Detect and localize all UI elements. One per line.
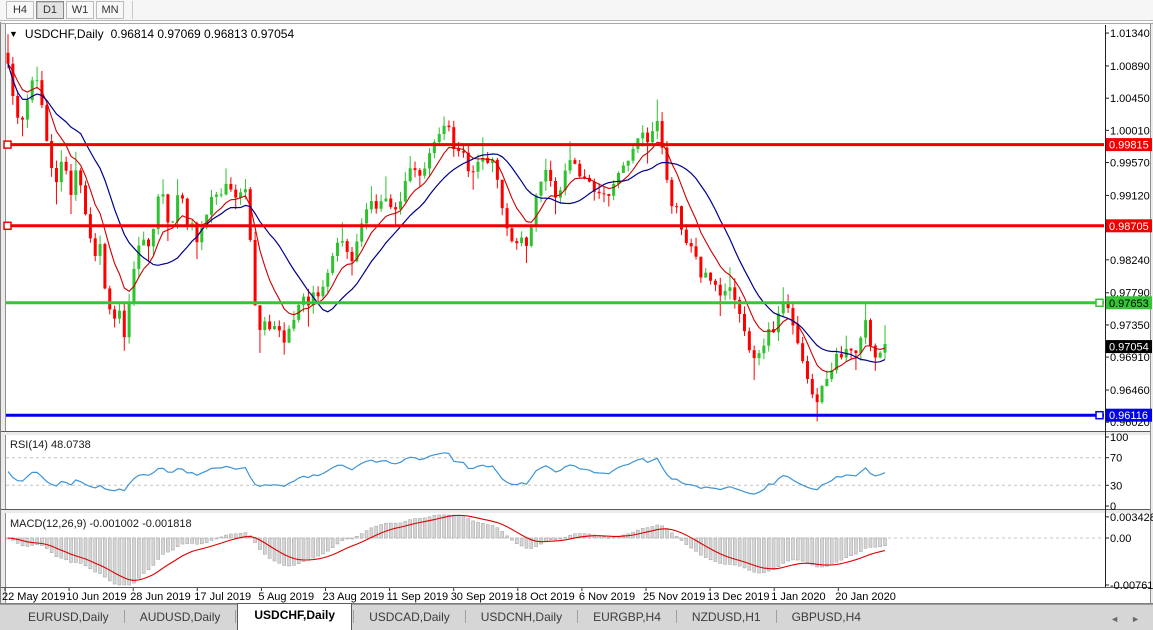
svg-text:17 Jul 2019: 17 Jul 2019 [194, 591, 251, 603]
tab-usdcad[interactable]: USDCAD,Daily [355, 605, 464, 630]
line-handle[interactable] [1096, 299, 1103, 306]
tabs-scroll-arrows: ◄ ► [1107, 613, 1143, 625]
timeframe-button-w1[interactable]: W1 [66, 1, 94, 19]
svg-text:0.99120: 0.99120 [1110, 190, 1150, 202]
svg-text:10 Jun 2019: 10 Jun 2019 [66, 591, 127, 603]
svg-text:30: 30 [1110, 480, 1122, 492]
svg-text:0.96910: 0.96910 [1110, 352, 1150, 364]
tab-usdcnh[interactable]: USDCNH,Daily [467, 605, 576, 630]
svg-text:70: 70 [1110, 453, 1122, 465]
svg-text:6 Nov 2019: 6 Nov 2019 [579, 591, 635, 603]
svg-text:11 Sep 2019: 11 Sep 2019 [387, 591, 449, 603]
symbol-tab-list: EURUSD,DailyAUDUSD,DailyUSDCHF,DailyUSDC… [14, 604, 875, 630]
svg-text:100: 100 [1110, 432, 1128, 444]
timeframe-button-d1[interactable]: D1 [36, 1, 64, 19]
svg-text:0.96460: 0.96460 [1110, 385, 1150, 397]
tabs-scroll-right-button[interactable]: ► [1128, 613, 1143, 625]
line-handle[interactable] [4, 141, 11, 148]
svg-text:0.97054: 0.97054 [1109, 342, 1149, 354]
tab-audusd[interactable]: AUDUSD,Daily [126, 605, 235, 630]
svg-text:28 Jun 2019: 28 Jun 2019 [130, 591, 191, 603]
toolbar-separator [132, 1, 133, 19]
tab-eurgbp[interactable]: EURGBP,H4 [579, 605, 675, 630]
svg-text:20 Jan 2020: 20 Jan 2020 [835, 591, 896, 603]
line-handle[interactable] [4, 222, 11, 229]
svg-text:0.98705: 0.98705 [1109, 221, 1149, 233]
timeframe-toolbar: H4D1W1MN [0, 0, 1153, 21]
tab-separator [465, 610, 466, 623]
svg-text:18 Oct 2019: 18 Oct 2019 [515, 591, 575, 603]
svg-text:-0.007615: -0.007615 [1110, 580, 1153, 592]
tab-eurusd[interactable]: EURUSD,Daily [14, 605, 123, 630]
svg-text:0.00: 0.00 [1110, 533, 1131, 545]
timeframe-button-mn[interactable]: MN [96, 1, 124, 19]
symbol-tabs: EURUSD,DailyAUDUSD,DailyUSDCHF,DailyUSDC… [0, 604, 1153, 630]
svg-text:5 Aug 2019: 5 Aug 2019 [258, 591, 314, 603]
tab-separator [776, 610, 777, 623]
svg-text:30 Sep 2019: 30 Sep 2019 [451, 591, 513, 603]
tab-usdchf[interactable]: USDCHF,Daily [237, 603, 352, 630]
svg-text:0.003428: 0.003428 [1110, 512, 1153, 524]
svg-text:13 Dec 2019: 13 Dec 2019 [707, 591, 769, 603]
line-handle[interactable] [1096, 412, 1103, 419]
chart-window: 1.01340 1.00890 1.00450 1.00010 0.99570 0.991… [0, 22, 1153, 604]
svg-text:0.99815: 0.99815 [1109, 140, 1149, 152]
tab-nzdusd[interactable]: NZDUSD,H1 [678, 605, 775, 630]
timeframe-button-h4[interactable]: H4 [6, 1, 34, 19]
rsi-indicator-label: RSI(14) 48.0738 [10, 439, 91, 451]
symbol-title: USDCHF,Daily [25, 27, 104, 41]
svg-text:23 Aug 2019: 23 Aug 2019 [323, 591, 385, 603]
symbol-dropdown-icon[interactable]: ▼ [9, 29, 18, 39]
svg-text:0.97350: 0.97350 [1110, 320, 1150, 332]
svg-text:0.98240: 0.98240 [1110, 255, 1150, 267]
chart-header: ▼ USDCHF,Daily 0.96814 0.97069 0.96813 0… [9, 27, 294, 41]
tab-separator [353, 610, 354, 623]
svg-text:1.00450: 1.00450 [1110, 93, 1150, 105]
svg-text:25 Nov 2019: 25 Nov 2019 [643, 591, 705, 603]
macd-indicator-label: MACD(12,26,9) -0.001002 -0.001818 [10, 518, 192, 530]
svg-text:0.99570: 0.99570 [1110, 158, 1150, 170]
svg-text:1.00890: 1.00890 [1110, 61, 1150, 73]
svg-text:1.01340: 1.01340 [1110, 28, 1150, 40]
tab-gbpusd[interactable]: GBPUSD,H4 [778, 605, 875, 630]
price-chart-canvas: 1.01340 1.00890 1.00450 1.00010 0.99570 0.991… [0, 22, 1153, 604]
svg-text:22 May 2019: 22 May 2019 [2, 591, 66, 603]
tab-separator [577, 610, 578, 623]
svg-text:0.96116: 0.96116 [1109, 410, 1148, 422]
tab-separator [676, 610, 677, 623]
tab-separator [124, 610, 125, 623]
tab-separator [235, 610, 236, 623]
ohlc-values: 0.96814 0.97069 0.96813 0.97054 [111, 27, 295, 41]
svg-text:1 Jan 2020: 1 Jan 2020 [771, 591, 825, 603]
tabs-scroll-left-button[interactable]: ◄ [1107, 613, 1122, 625]
svg-text:0.97653: 0.97653 [1109, 298, 1149, 310]
svg-text:1.00010: 1.00010 [1110, 125, 1150, 137]
